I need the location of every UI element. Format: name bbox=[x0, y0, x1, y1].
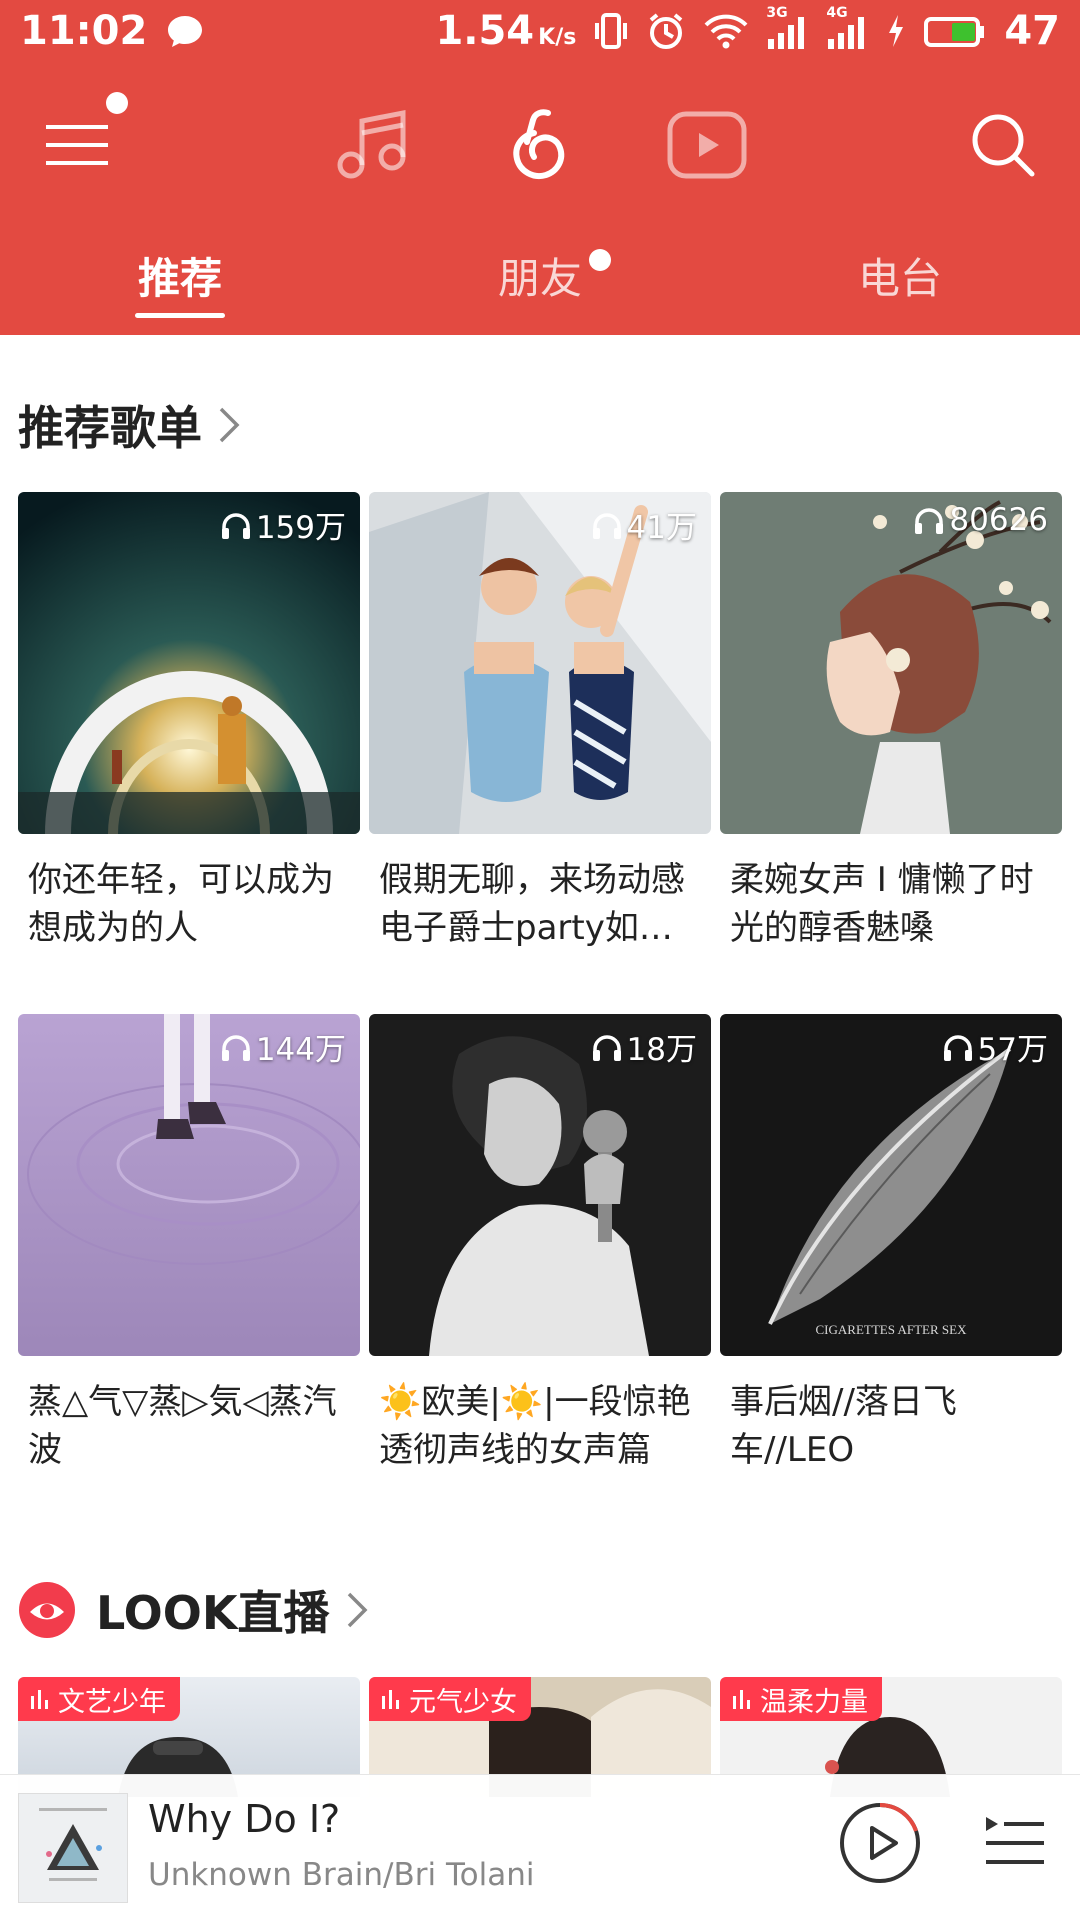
live-section-header[interactable]: LOOK直播 bbox=[18, 1577, 370, 1643]
alarm-icon bbox=[650, 13, 683, 49]
signal-4g-icon: 4G bbox=[826, 5, 868, 51]
live-category-tag: 元气少女 bbox=[369, 1677, 531, 1721]
charging-icon bbox=[889, 15, 904, 47]
chevron-right-icon bbox=[219, 407, 240, 443]
headphones-icon bbox=[592, 1034, 621, 1061]
menu-notification-dot bbox=[106, 92, 128, 114]
play-count: 80626 bbox=[913, 502, 1048, 538]
music-tab-button[interactable] bbox=[317, 90, 427, 200]
playlists-section-title: 推荐歌单 bbox=[18, 401, 202, 455]
playlist-cover: 144万 bbox=[18, 1014, 360, 1356]
playlist-title: 假期无聊，来场动感电子爵士party如… bbox=[379, 860, 685, 948]
chat-notification-icon bbox=[168, 16, 203, 47]
playlist-cover: 41万 bbox=[369, 492, 711, 834]
battery-icon bbox=[924, 17, 985, 47]
playlists-section-header[interactable]: 推荐歌单 bbox=[18, 392, 242, 458]
playlist-cover: 18万 bbox=[369, 1014, 711, 1356]
netease-logo-icon bbox=[513, 109, 565, 179]
live-category-tag: 温柔力量 bbox=[720, 1677, 882, 1721]
play-count: 144万 bbox=[220, 1024, 346, 1069]
network-speed: 1.54 K/s bbox=[435, 8, 577, 54]
mini-player[interactable]: Why Do I? Unknown Brain/Bri Tolani bbox=[0, 1774, 1080, 1920]
now-playing-title: Why Do I? bbox=[148, 1797, 341, 1841]
app-header: 11:02 1.54 K/s 3G 4G 47 推荐 朋友 电台 bbox=[0, 0, 1080, 335]
play-count: 41万 bbox=[591, 502, 697, 547]
signal-3g-icon: 3G bbox=[766, 5, 808, 51]
playlist-title: 柔婉女声 I 慵懒了时光的醇香魅嗓 bbox=[730, 860, 1034, 948]
playlist-title: 你还年轻，可以成为想成为的人 bbox=[28, 860, 334, 948]
playlist-title: 蒸△气▽蒸▷気◁蒸汽波 bbox=[28, 1382, 337, 1470]
playlist-card[interactable]: 18万 ☀️欧美|☀️|一段惊艳透彻声线的女声篇 bbox=[369, 1014, 711, 1536]
play-count: 57万 bbox=[942, 1024, 1048, 1069]
playlist-card[interactable]: 41万 假期无聊，来场动感电子爵士party如… bbox=[369, 492, 711, 1014]
playlist-card[interactable]: 144万 蒸△气▽蒸▷気◁蒸汽波 bbox=[18, 1014, 360, 1536]
live-bars-icon bbox=[733, 1690, 750, 1709]
video-tab-button[interactable] bbox=[652, 90, 762, 200]
vibrate-icon bbox=[595, 13, 628, 49]
playlist-cover: CIGARETTES AFTER SEX 57万 bbox=[720, 1014, 1062, 1356]
headphones-icon bbox=[943, 1034, 972, 1061]
music-icon bbox=[337, 109, 406, 179]
search-button[interactable] bbox=[948, 90, 1058, 200]
playlist-card[interactable]: CIGARETTES AFTER SEX 57万 事后烟//落日飞车//LEO bbox=[720, 1014, 1062, 1536]
playlist-queue-icon[interactable] bbox=[982, 1809, 1046, 1873]
live-bars-icon bbox=[31, 1690, 48, 1709]
video-icon bbox=[667, 111, 747, 179]
now-playing-artist: Unknown Brain/Bri Tolani bbox=[148, 1857, 535, 1893]
wifi-icon bbox=[704, 14, 748, 49]
playlist-card[interactable]: 159万 你还年轻，可以成为想成为的人 bbox=[18, 492, 360, 1014]
tab-recommend[interactable]: 推荐 bbox=[0, 245, 360, 306]
search-icon bbox=[972, 114, 1035, 177]
tab-indicator bbox=[135, 313, 225, 318]
playlist-card[interactable]: 80626 柔婉女声 I 慵懒了时光的醇香魅嗓 bbox=[720, 492, 1062, 1014]
chevron-right-icon bbox=[347, 1592, 368, 1628]
look-live-logo-icon bbox=[19, 1582, 75, 1638]
live-category-tag: 文艺少年 bbox=[18, 1677, 180, 1721]
tab-radio[interactable]: 电台 bbox=[720, 245, 1080, 306]
play-count: 159万 bbox=[220, 502, 346, 547]
album-art bbox=[18, 1793, 128, 1903]
menu-icon bbox=[46, 125, 108, 165]
play-button[interactable] bbox=[838, 1801, 922, 1885]
top-tabs: 推荐 朋友 电台 bbox=[0, 245, 1080, 335]
playlist-title: 事后烟//落日飞车//LEO bbox=[730, 1382, 957, 1470]
menu-button[interactable] bbox=[22, 90, 132, 200]
playlist-cover: 159万 bbox=[18, 492, 360, 834]
battery-level: 47 bbox=[1004, 8, 1060, 54]
play-count: 18万 bbox=[591, 1024, 697, 1069]
headphones-icon bbox=[915, 508, 944, 534]
top-nav bbox=[0, 90, 1080, 200]
headphones-icon bbox=[592, 512, 621, 539]
status-bar: 11:02 1.54 K/s 3G 4G 47 bbox=[0, 0, 1080, 68]
friends-notification-dot bbox=[589, 249, 611, 271]
live-section-title: LOOK直播 bbox=[96, 1586, 330, 1640]
status-time: 11:02 bbox=[20, 8, 148, 54]
playlist-cover: 80626 bbox=[720, 492, 1062, 834]
playlist-title: ☀️欧美|☀️|一段惊艳透彻声线的女声篇 bbox=[379, 1382, 691, 1470]
playlist-grid: 159万 你还年轻，可以成为想成为的人 41万 假期无聊，来场动感电子爵士par… bbox=[18, 492, 1062, 1536]
cover-text: CIGARETTES AFTER SEX bbox=[816, 1322, 968, 1337]
headphones-icon bbox=[221, 1034, 250, 1061]
discover-tab-button[interactable] bbox=[485, 90, 595, 200]
live-bars-icon bbox=[382, 1690, 399, 1709]
tab-friends[interactable]: 朋友 bbox=[360, 245, 720, 306]
headphones-icon bbox=[221, 512, 250, 539]
